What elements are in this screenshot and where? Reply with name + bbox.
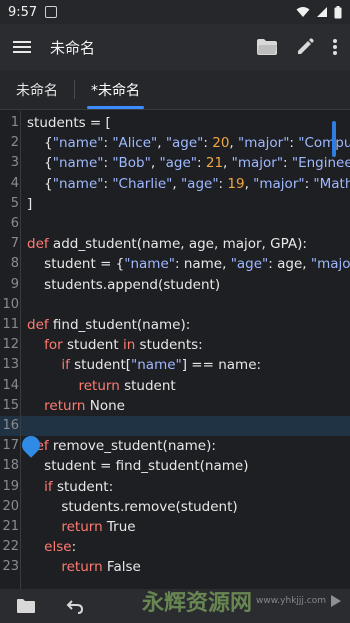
line-number: 15 (2, 397, 19, 413)
edit-button[interactable] (296, 38, 314, 56)
watermark-url: www.yhkjjj.com (256, 596, 326, 606)
code-line[interactable]: 20 students.remove(student) (0, 497, 350, 517)
code-line-current[interactable]: 16 (0, 416, 350, 436)
pencil-icon (298, 38, 314, 54)
watermark-text: 永辉资源网 (142, 591, 253, 616)
code-text: def find_student(name): (27, 317, 191, 333)
code-text: {"name": "Charlie", "age": 19, "major": … (27, 175, 350, 192)
code-line[interactable]: 11 def find_student(name): (0, 315, 350, 335)
line-number: 1 (10, 115, 19, 130)
line-number: 10 (2, 296, 19, 312)
app-title: 未命名 (50, 38, 96, 57)
code-line[interactable]: 14 return student (0, 376, 350, 396)
status-icons (296, 5, 342, 19)
line-number: 13 (2, 357, 19, 373)
line-number: 22 (2, 539, 19, 555)
code-line[interactable]: 17 def remove_student(name): (0, 436, 350, 456)
watermark: 永辉资源网 www.yhkjjj.com (142, 585, 342, 617)
code-text: def remove_student(name): (27, 438, 216, 455)
code-text: return None (44, 397, 125, 414)
code-text: student = find_student(name) (27, 458, 249, 475)
wifi-icon (296, 7, 310, 17)
line-number: 3 (10, 155, 19, 171)
code-text: if student["name"] == name: (61, 357, 262, 374)
code-line[interactable]: 2 {"name": "Alice", "age": 20, "major": … (0, 133, 350, 153)
file-tabs: 未命名 *未命名 (0, 70, 350, 110)
hamburger-icon (13, 41, 31, 53)
code-line[interactable]: 8 student = {"name": name, "age": age, "… (0, 254, 350, 274)
line-number: 21 (2, 519, 19, 534)
code-text: return True (61, 519, 136, 535)
code-line[interactable]: 15 return None (0, 396, 350, 416)
open-file-button[interactable] (256, 38, 278, 56)
code-text: ] (27, 195, 33, 212)
more-vert-icon (333, 39, 337, 55)
code-text: {"name": "Bob", "age": 21, "major": "Eng… (27, 155, 350, 172)
code-line[interactable]: 22 else: (0, 537, 350, 557)
line-number: 7 (10, 236, 19, 252)
line-number: 17 (2, 438, 19, 454)
status-time: 9:57 (8, 4, 38, 20)
status-bar: 9:57 (0, 0, 350, 24)
code-text: students = [ (27, 115, 111, 131)
code-editor[interactable]: 23 return False 22 else: 21 return True 20 … (0, 111, 350, 589)
folder-icon (17, 599, 35, 613)
tab-file-2[interactable]: *未命名 (75, 70, 156, 109)
more-options-button[interactable] (332, 38, 338, 56)
scrollbar-thumb[interactable] (332, 121, 336, 157)
code-line[interactable]: 12 for student in students: (0, 335, 350, 355)
code-text: student = {"name": name, "age": age, "ma… (27, 256, 350, 273)
line-number: 8 (10, 256, 19, 272)
code-line[interactable]: 4 {"name": "Charlie", "age": 19, "major"… (0, 174, 350, 194)
code-line[interactable]: 23 return False (0, 557, 350, 577)
code-text: if student: (44, 478, 114, 495)
code-text: students.remove(student) (27, 498, 238, 515)
files-button[interactable] (16, 598, 36, 614)
code-text: return False (61, 559, 141, 576)
code-line[interactable]: 7 def add_student(name, age, major, GPA): (0, 234, 350, 254)
code-text: return student (78, 377, 176, 394)
line-number: 4 (10, 175, 19, 191)
code-line[interactable]: 19 if student: (0, 477, 350, 497)
code-text: else: (44, 539, 77, 556)
app-bar: 未命名 (0, 24, 350, 70)
folder-open-icon (257, 39, 277, 55)
notification-icon (45, 6, 58, 18)
bottom-toolbar: 永辉资源网 www.yhkjjj.com (0, 589, 350, 623)
code-text: {"name": "Alice", "age": 20, "major": "C… (27, 135, 350, 152)
code-line[interactable]: 6 (0, 214, 350, 234)
code-line[interactable]: 5] (0, 194, 350, 214)
line-number: 11 (2, 317, 19, 332)
undo-button[interactable] (66, 598, 84, 614)
line-number: 19 (2, 478, 19, 494)
line-number: 2 (10, 135, 19, 151)
tab-file-1[interactable]: 未命名 (0, 70, 74, 109)
line-number: 23 (2, 559, 19, 575)
code-line[interactable]: 21 return True (0, 517, 350, 537)
code-line[interactable]: 3 {"name": "Bob", "age": 21, "major": "E… (0, 153, 350, 173)
code-text: for student in students: (44, 337, 203, 354)
line-number: 5 (10, 195, 19, 211)
line-number: 9 (10, 276, 19, 292)
signal-icon (317, 7, 327, 17)
code-line[interactable]: 1 students = [ (0, 113, 350, 133)
line-number: 18 (2, 458, 19, 474)
code-line[interactable]: 18 student = find_student(name) (0, 456, 350, 476)
line-number: 20 (2, 498, 19, 514)
line-number: 6 (10, 216, 19, 231)
line-number: 12 (2, 337, 19, 353)
battery-icon (334, 5, 342, 18)
menu-button[interactable] (12, 39, 32, 55)
code-line[interactable]: 10 (0, 295, 350, 315)
gutter-divider (20, 111, 21, 589)
line-number: 16 (2, 418, 19, 433)
undo-icon (66, 600, 84, 614)
play-icon (331, 595, 341, 607)
code-text: students.append(student) (27, 276, 221, 293)
line-number: 14 (2, 377, 19, 393)
code-line[interactable]: 13 if student["name"] == name: (0, 355, 350, 375)
code-text: def add_student(name, age, major, GPA): (27, 236, 307, 253)
code-line[interactable]: 9 students.append(student) (0, 275, 350, 295)
